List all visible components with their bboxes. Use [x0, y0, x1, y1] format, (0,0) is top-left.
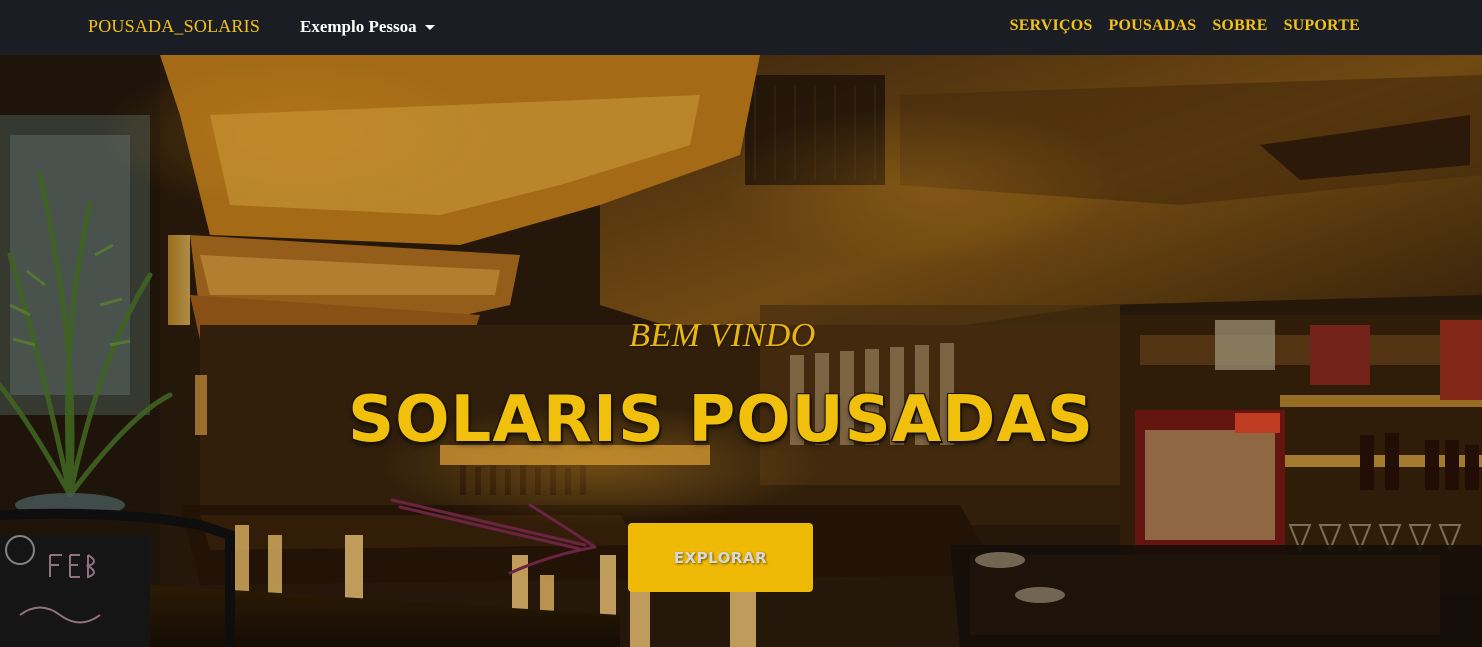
- arrow-right-icon: [390, 498, 597, 575]
- nav-link-suporte[interactable]: SUPORTE: [1284, 17, 1360, 35]
- hero-section: BEM VINDO SOLARIS POUSADAS EXPLORAR: [0, 55, 1482, 647]
- nav-links: SERVIÇOS POUSADAS SOBRE SUPORTE: [1010, 17, 1360, 35]
- nav-link-pousadas[interactable]: POUSADAS: [1108, 17, 1196, 35]
- hero-title: SOLARIS POUSADAS: [348, 383, 1094, 457]
- user-menu-dropdown[interactable]: Exemplo Pessoa: [300, 17, 435, 37]
- brand-link[interactable]: POUSADA_SOLARIS: [88, 16, 260, 37]
- user-menu-label: Exemplo Pessoa: [300, 17, 417, 36]
- nav-link-sobre[interactable]: SOBRE: [1212, 17, 1267, 35]
- explore-button[interactable]: EXPLORAR: [628, 523, 813, 592]
- nav-link-servicos[interactable]: SERVIÇOS: [1010, 17, 1093, 35]
- hero-subtitle: BEM VINDO: [629, 317, 816, 354]
- caret-down-icon: [424, 25, 435, 30]
- top-navbar: POUSADA_SOLARIS Exemplo Pessoa SERVIÇOS …: [0, 0, 1482, 55]
